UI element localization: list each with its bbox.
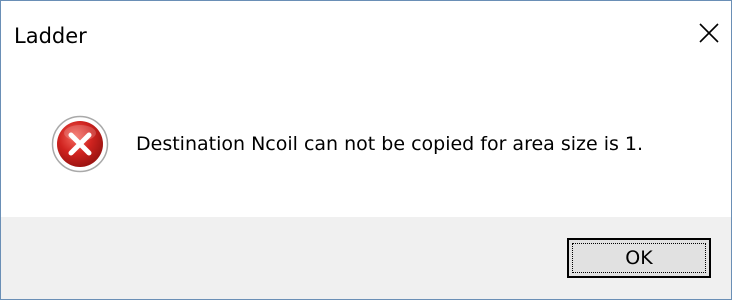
window-title: Ladder	[14, 24, 87, 48]
message-text: Destination Ncoil can not be copied for …	[136, 133, 644, 155]
title-bar[interactable]: Ladder	[1, 1, 731, 73]
message-dialog: Ladder Destination Ncoil can not be copi…	[0, 0, 732, 300]
button-bar: OK	[1, 217, 731, 299]
ok-button-label: OK	[572, 243, 706, 273]
close-icon	[699, 23, 719, 43]
error-icon	[51, 115, 109, 173]
dialog-content: Destination Ncoil can not be copied for …	[1, 73, 731, 217]
ok-button[interactable]: OK	[567, 238, 711, 278]
close-button[interactable]	[687, 11, 731, 55]
